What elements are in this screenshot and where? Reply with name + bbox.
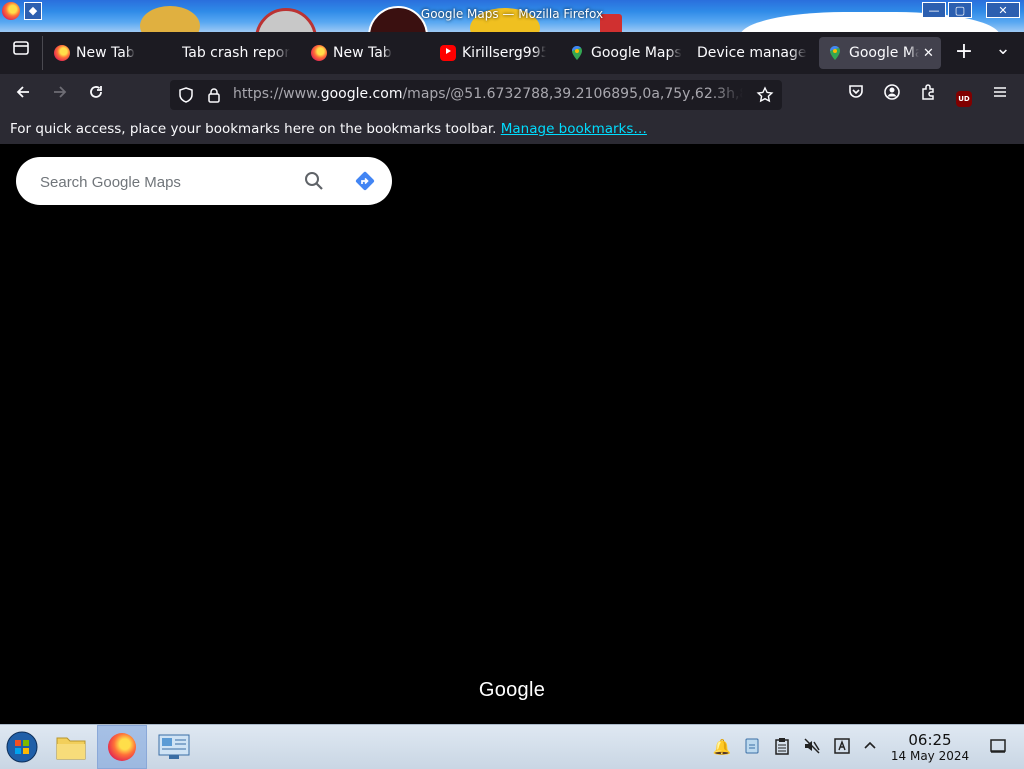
arrow-right-icon	[54, 86, 67, 98]
tab-google-maps-active[interactable]: Google Maps ✕	[819, 37, 941, 69]
folder-icon	[56, 737, 86, 760]
url-prefix: https://www.	[233, 86, 321, 102]
tab-label: Device manager	[697, 45, 807, 61]
app-menu-button[interactable]	[987, 83, 1013, 109]
tray-expand-icon[interactable]	[860, 737, 880, 757]
window-titlebar: ◆ Google Maps — Mozilla Firefox — ▢ ✕	[0, 0, 1024, 32]
firefox-icon	[54, 45, 70, 61]
ublock-origin-icon: UD	[956, 91, 972, 107]
taskbar: 🔔 06:25 14 May 2024	[0, 724, 1024, 769]
reload-button[interactable]	[83, 83, 109, 109]
tab-new-tab-2[interactable]: New Tab	[311, 37, 427, 69]
tab-label: New Tab	[333, 45, 392, 61]
tab-label: Kirillserg995	[462, 45, 546, 61]
clipboard-icon[interactable]	[772, 737, 792, 757]
google-maps-icon	[572, 46, 582, 60]
clock-date[interactable]: 14 May 2024	[885, 749, 975, 763]
taskbar-system-settings[interactable]	[150, 725, 198, 769]
show-desktop-icon[interactable]	[988, 737, 1008, 757]
start-button[interactable]	[0, 725, 48, 769]
address-bar[interactable]: https://www.google.com/maps/@51.6732788,…	[170, 80, 782, 110]
firefox-icon	[311, 45, 327, 61]
tab-label: Tab crash report	[182, 45, 290, 61]
maps-search-input[interactable]	[38, 169, 292, 195]
window-title: Google Maps — Mozilla Firefox	[420, 7, 604, 21]
clock-time[interactable]: 06:25	[890, 731, 970, 749]
list-all-tabs-button[interactable]: ⌄	[990, 36, 1016, 62]
tab-youtube[interactable]: Kirillserg995	[440, 37, 546, 69]
url-path: /maps/@51.6732788,39.2106895,0a,75y,62.3…	[402, 86, 743, 102]
youtube-icon	[440, 45, 456, 61]
minimize-button[interactable]: —	[922, 2, 946, 18]
shield-icon[interactable]	[178, 87, 194, 103]
extensions-button[interactable]	[915, 83, 941, 109]
reload-icon	[90, 86, 102, 98]
manage-bookmarks-link[interactable]: Manage bookmarks…	[501, 121, 647, 137]
firefox-icon	[108, 733, 136, 761]
windows-start-icon	[6, 731, 38, 763]
ublock-button[interactable]: UD	[951, 83, 977, 109]
tab-label: New Tab	[76, 45, 135, 61]
clipboard-shape	[775, 738, 789, 755]
account-icon	[884, 84, 900, 100]
new-tab-button[interactable]: +	[951, 39, 977, 65]
navigation-toolbar: https://www.google.com/maps/@51.6732788,…	[0, 74, 1024, 116]
keyboard-layout-icon[interactable]	[832, 737, 852, 757]
forward-button[interactable]	[47, 83, 73, 109]
tab-device-manager[interactable]: Device manager	[697, 37, 807, 69]
close-window-button[interactable]: ✕	[986, 2, 1020, 18]
directions-icon[interactable]	[353, 169, 377, 193]
tab-label: Google Maps	[591, 45, 682, 61]
pocket-button[interactable]	[843, 83, 869, 109]
desktop-shape	[990, 739, 1006, 753]
bookmarks-hint-text: For quick access, place your bookmarks h…	[10, 121, 497, 137]
google-maps-icon	[830, 46, 840, 60]
url-text[interactable]: https://www.google.com/maps/@51.6732788,…	[233, 86, 743, 102]
volume-muted-icon[interactable]	[802, 737, 822, 757]
close-tab-icon[interactable]: ✕	[923, 46, 934, 61]
tab-crash-report[interactable]: Tab crash report	[182, 37, 290, 69]
taskbar-firefox[interactable]	[97, 725, 147, 769]
puzzle-icon	[922, 84, 934, 100]
lock-icon[interactable]	[206, 87, 222, 103]
bookmarks-toolbar: For quick access, place your bookmarks h…	[0, 116, 1024, 144]
pocket-icon	[849, 85, 863, 98]
bookmarks-hint: For quick access, place your bookmarks h…	[10, 121, 647, 137]
taskbar-file-manager[interactable]	[48, 725, 96, 769]
tab-separator	[42, 36, 43, 70]
network-icon[interactable]	[742, 737, 762, 757]
keyboard-shape	[834, 738, 850, 754]
network-shape	[745, 738, 759, 754]
search-icon[interactable]	[303, 170, 325, 192]
maximize-button[interactable]: ▢	[948, 2, 972, 18]
url-domain: google.com	[320, 86, 403, 102]
back-button[interactable]	[10, 83, 36, 109]
account-button[interactable]	[879, 83, 905, 109]
notifications-icon[interactable]: 🔔	[712, 737, 732, 757]
tab-google-maps-1[interactable]: Google Maps	[569, 37, 685, 69]
firefox-view-button[interactable]	[8, 39, 34, 65]
google-maps-page[interactable]: Google	[0, 144, 1024, 724]
volume-shape	[804, 738, 820, 754]
tab-new-tab-1[interactable]: New Tab	[54, 37, 170, 69]
tab-label: Google Maps	[849, 45, 919, 61]
google-logo: Google	[478, 679, 546, 701]
control-panel-icon	[158, 734, 190, 759]
arrow-left-icon	[16, 86, 29, 98]
maps-search-box	[16, 157, 392, 205]
chevron-up-shape	[864, 741, 876, 749]
tab-strip: New Tab Tab crash report New Tab Kirills…	[0, 32, 1024, 74]
firefox-view-icon	[13, 41, 29, 55]
bookmark-star-icon[interactable]	[756, 86, 774, 104]
hamburger-menu-icon	[994, 87, 1006, 97]
